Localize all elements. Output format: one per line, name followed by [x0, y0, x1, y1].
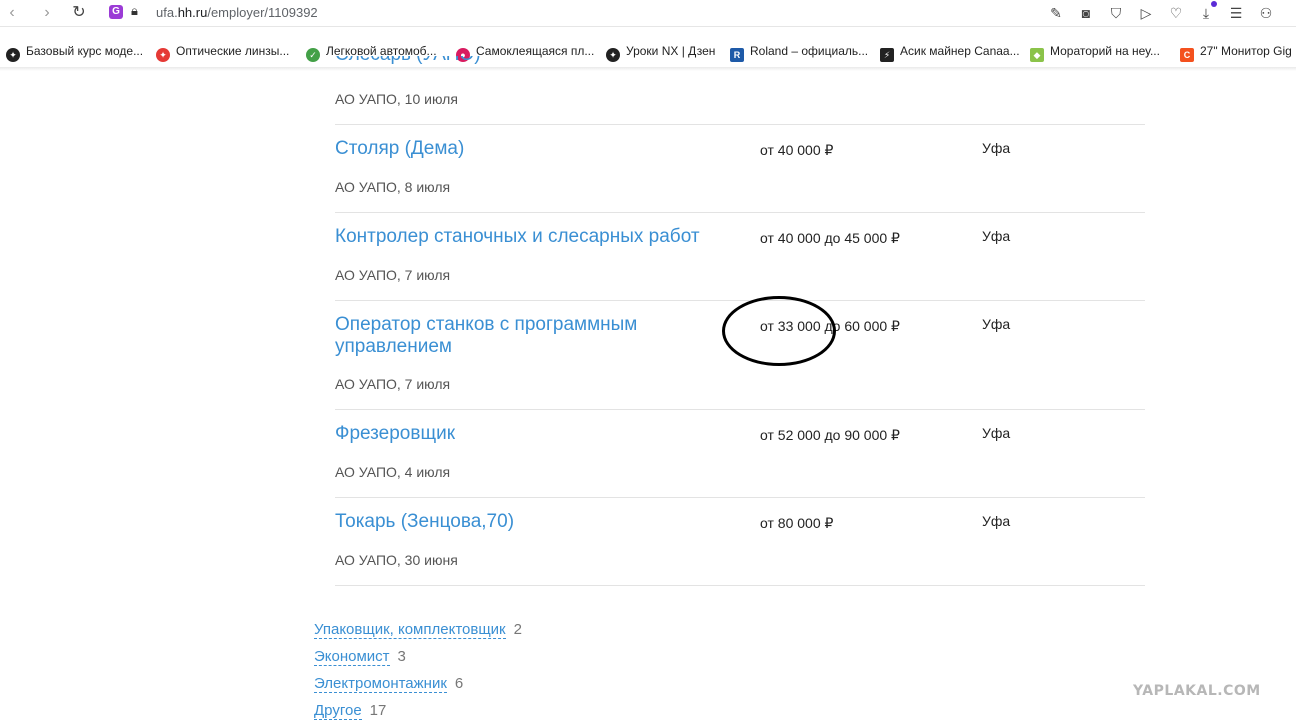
category-item: Другое 17 [314, 702, 387, 720]
category-count: 2 [513, 621, 522, 638]
category-count: 17 [369, 702, 387, 719]
bookmark-item[interactable]: ✦ Уроки NX | Дзен [606, 42, 716, 62]
vacancy-subtitle: АО УАПО, 10 июля [335, 91, 458, 107]
vacancy-city: Уфа [982, 228, 1011, 244]
category-count: 6 [454, 675, 464, 692]
bookmark-label: Базовый курс моде... [26, 44, 144, 58]
vacancy-subtitle: АО УАПО, 4 июля [335, 464, 451, 480]
divider [335, 585, 1145, 586]
toolbar-shadow [0, 67, 1296, 71]
bookmark-icon: C [1180, 48, 1194, 62]
bookmark-icon: ✦ [606, 48, 620, 62]
bookmark-icon: ⚡ [880, 48, 894, 62]
category-link[interactable]: Электромонтажник [314, 675, 447, 693]
shield-icon[interactable]: ⛉ [1106, 3, 1126, 23]
bookmark-item[interactable]: C 27" Монитор Gig [1180, 42, 1292, 62]
vacancy-city: Уфа [982, 513, 1011, 529]
divider [335, 212, 1145, 213]
download-badge [1211, 1, 1217, 7]
bookmark-label: 27" Монитор Gig [1200, 44, 1292, 58]
camera-icon[interactable]: ◙ [1076, 3, 1096, 23]
back-icon[interactable]: ‹ [2, 3, 22, 23]
vacancy-title-link[interactable]: Контролер станочных и слесарных работ [335, 226, 715, 248]
divider [335, 497, 1145, 498]
vacancy-subtitle: АО УАПО, 7 июля [335, 376, 451, 392]
url-path: /employer/1109392 [207, 5, 318, 20]
lock-icon[interactable]: 🔒︎ [131, 3, 138, 19]
bookmark-item[interactable]: R Roland – официаль... [730, 42, 869, 62]
bookmark-label: Самоклеящаяся пл... [476, 44, 595, 58]
vacancy-subtitle: АО УАПО, 30 июня [335, 552, 458, 568]
bookmark-item[interactable]: ◆ Мораторий на неу... [1030, 42, 1160, 62]
browser-toolbar: ‹ › ↻ G 🔒︎ ufa.hh.ru/employer/1109392 ✎ … [0, 0, 1296, 27]
url-domain: hh.ru [177, 5, 208, 20]
vacancy-title-link[interactable]: Столяр (Дема) [335, 138, 715, 160]
bookmark-icon: ✦ [6, 48, 20, 62]
vacancy-subtitle: АО УАПО, 8 июля [335, 179, 451, 195]
bookmark-item[interactable]: ✦ Оптические линзы... [156, 42, 290, 62]
divider [335, 300, 1145, 301]
reload-icon[interactable]: ↻ [69, 3, 89, 23]
url-prefix: ufa. [156, 5, 178, 20]
bookmark-label: Roland – официаль... [750, 44, 869, 58]
forward-icon[interactable]: › [37, 3, 57, 23]
play-icon[interactable]: ▷ [1136, 3, 1156, 23]
bookmark-label: Асик майнер Canaa... [900, 44, 1020, 58]
vacancy-salary: от 40 000 ₽ [760, 142, 834, 158]
heart-icon[interactable]: ♡ [1166, 3, 1186, 23]
vacancy-city: Уфа [982, 316, 1011, 332]
bookmark-icon: R [730, 48, 744, 62]
bookmark-label: Мораторий на неу... [1050, 44, 1160, 58]
category-item: Экономист 3 [314, 648, 406, 666]
bookmark-item[interactable]: ✦ Базовый курс моде... [6, 42, 144, 62]
bookmark-label: Оптические линзы... [176, 44, 290, 58]
extension-icon[interactable]: G [109, 5, 123, 19]
vacancy-title-partial[interactable]: Слесарь (УАПО) [335, 56, 481, 70]
category-link[interactable]: Другое [314, 702, 362, 720]
bookmark-icon: ✓ [306, 48, 320, 62]
menu-icon[interactable]: ☰ [1226, 3, 1246, 23]
vacancy-city: Уфа [982, 140, 1011, 156]
vacancy-title-link[interactable]: Фрезеровщик [335, 423, 715, 445]
vacancy-salary: от 33 000 до 60 000 ₽ [760, 318, 900, 334]
edit-icon[interactable]: ✎ [1046, 3, 1066, 23]
divider [335, 409, 1145, 410]
address-bar[interactable]: ufa.hh.ru/employer/1109392 [156, 5, 318, 20]
category-count: 3 [397, 648, 406, 665]
profile-icon[interactable]: ⚇ [1256, 3, 1276, 23]
vacancy-title-link[interactable]: Оператор станков с программным управлени… [335, 314, 695, 358]
category-item: Электромонтажник 6 [314, 675, 464, 693]
bookmark-icon: ✦ [156, 48, 170, 62]
bookmark-icon: ◆ [1030, 48, 1044, 62]
bookmark-label: Уроки NX | Дзен [626, 44, 716, 58]
divider [335, 124, 1145, 125]
category-item: Упаковщик, комплектовщик 2 [314, 621, 522, 639]
vacancy-city: Уфа [982, 425, 1011, 441]
vacancy-salary: от 80 000 ₽ [760, 515, 834, 531]
bookmarks-bar: ✦ Базовый курс моде... ✦ Оптические линзы.… [0, 38, 1296, 64]
watermark: YAPLAKAL.COM [1133, 683, 1261, 699]
vacancy-salary: от 52 000 до 90 000 ₽ [760, 427, 900, 443]
vacancy-salary: от 40 000 до 45 000 ₽ [760, 230, 900, 246]
category-link[interactable]: Экономист [314, 648, 390, 666]
vacancy-subtitle: АО УАПО, 7 июля [335, 267, 451, 283]
vacancy-title-link[interactable]: Токарь (Зенцова,70) [335, 511, 715, 533]
bookmark-item[interactable]: ⚡ Асик майнер Canaa... [880, 42, 1020, 62]
category-link[interactable]: Упаковщик, комплектовщик [314, 621, 506, 639]
